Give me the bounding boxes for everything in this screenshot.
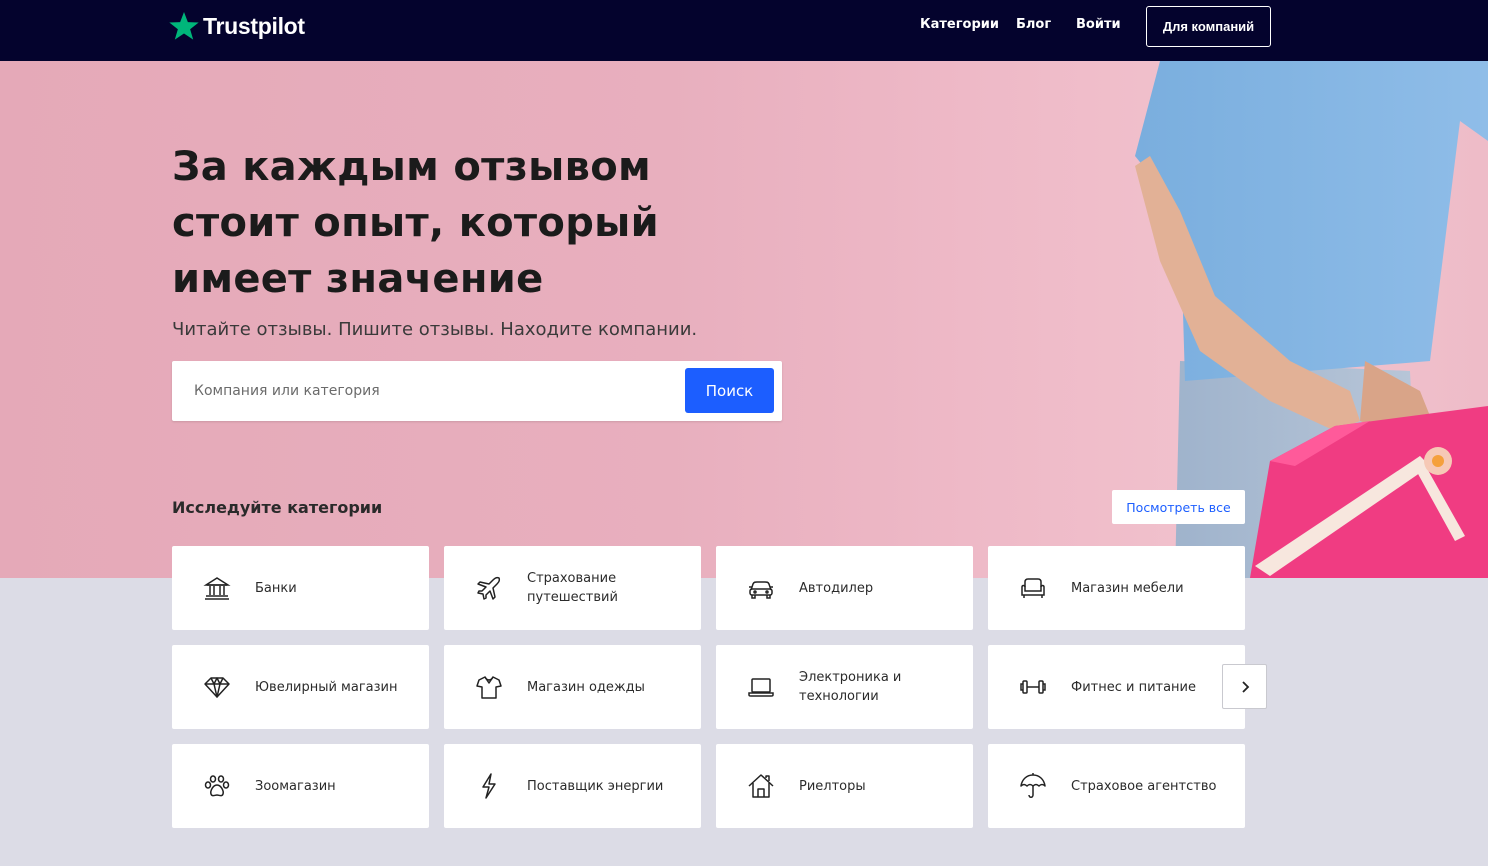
- bank-icon: [202, 573, 232, 603]
- laptop-icon: [746, 672, 776, 702]
- category-card-realtors[interactable]: Риелторы: [716, 744, 973, 828]
- nav-blog-link[interactable]: Блог: [1016, 17, 1051, 32]
- star-logo-icon: [169, 12, 199, 40]
- category-card-fitness[interactable]: Фитнес и питание: [988, 645, 1245, 729]
- category-label: Фитнес и питание: [1071, 679, 1197, 695]
- category-card-jewelry-store[interactable]: Ювелирный магазин: [172, 645, 429, 729]
- category-label: Автодилер: [799, 580, 874, 596]
- category-label: Зоомагазин: [255, 778, 336, 794]
- paw-icon: [202, 771, 232, 801]
- category-card-banks[interactable]: Банки: [172, 546, 429, 630]
- category-label: Поставщик энергии: [527, 778, 664, 794]
- category-card-furniture-store[interactable]: Магазин мебели: [988, 546, 1245, 630]
- category-label: Магазин мебели: [1071, 580, 1184, 596]
- house-icon: [746, 771, 776, 801]
- category-card-insurance-agency[interactable]: Страховое агентство: [988, 744, 1245, 828]
- shirt-icon: [474, 672, 504, 702]
- search-input[interactable]: [184, 371, 679, 411]
- category-card-electronics[interactable]: Электроника и технологии: [716, 645, 973, 729]
- category-card-car-dealer[interactable]: Автодилер: [716, 546, 973, 630]
- car-icon: [746, 573, 776, 603]
- category-label: Магазин одежды: [527, 679, 645, 695]
- category-label: Страхование путешествий: [527, 571, 618, 605]
- search-bar: Поиск: [172, 361, 782, 421]
- dumbbell-icon: [1018, 672, 1048, 702]
- diamond-icon: [202, 672, 232, 702]
- hero-section: За каждым отзывом стоит опыт, который им…: [0, 61, 1488, 578]
- category-label: Ювелирный магазин: [255, 679, 398, 695]
- top-navigation-bar: Trustpilot Категории Блог Войти Для комп…: [0, 0, 1488, 61]
- hero-subline: Читайте отзывы. Пишите отзывы. Находите …: [172, 319, 698, 340]
- umbrella-icon: [1018, 771, 1048, 801]
- chevron-right-icon: [1241, 680, 1249, 693]
- trustpilot-logo[interactable]: Trustpilot: [168, 10, 305, 42]
- nav-login-link[interactable]: Войти: [1076, 17, 1121, 32]
- category-card-travel-insurance[interactable]: Страхование путешествий: [444, 546, 701, 630]
- category-label: Риелторы: [799, 778, 866, 794]
- category-card-clothing-store[interactable]: Магазин одежды: [444, 645, 701, 729]
- category-card-pet-store[interactable]: Зоомагазин: [172, 744, 429, 828]
- see-all-button[interactable]: Посмотреть все: [1112, 490, 1245, 524]
- category-label: Страховое агентство: [1071, 778, 1217, 794]
- category-card-energy-supplier[interactable]: Поставщик энергии: [444, 744, 701, 828]
- lightning-icon: [474, 771, 504, 801]
- nav-categories-link[interactable]: Категории: [920, 17, 999, 32]
- carousel-next-button[interactable]: [1222, 664, 1267, 709]
- explore-categories-heading: Исследуйте категории: [172, 498, 383, 517]
- hero-headline: За каждым отзывом стоит опыт, который им…: [172, 144, 659, 302]
- for-business-button[interactable]: Для компаний: [1146, 6, 1271, 47]
- armchair-icon: [1018, 573, 1048, 603]
- category-label: Электроника и технологии: [799, 670, 902, 704]
- logo-wordmark: Trustpilot: [203, 12, 305, 39]
- airplane-icon: [474, 573, 504, 603]
- search-button[interactable]: Поиск: [685, 368, 774, 413]
- category-label: Банки: [255, 580, 297, 596]
